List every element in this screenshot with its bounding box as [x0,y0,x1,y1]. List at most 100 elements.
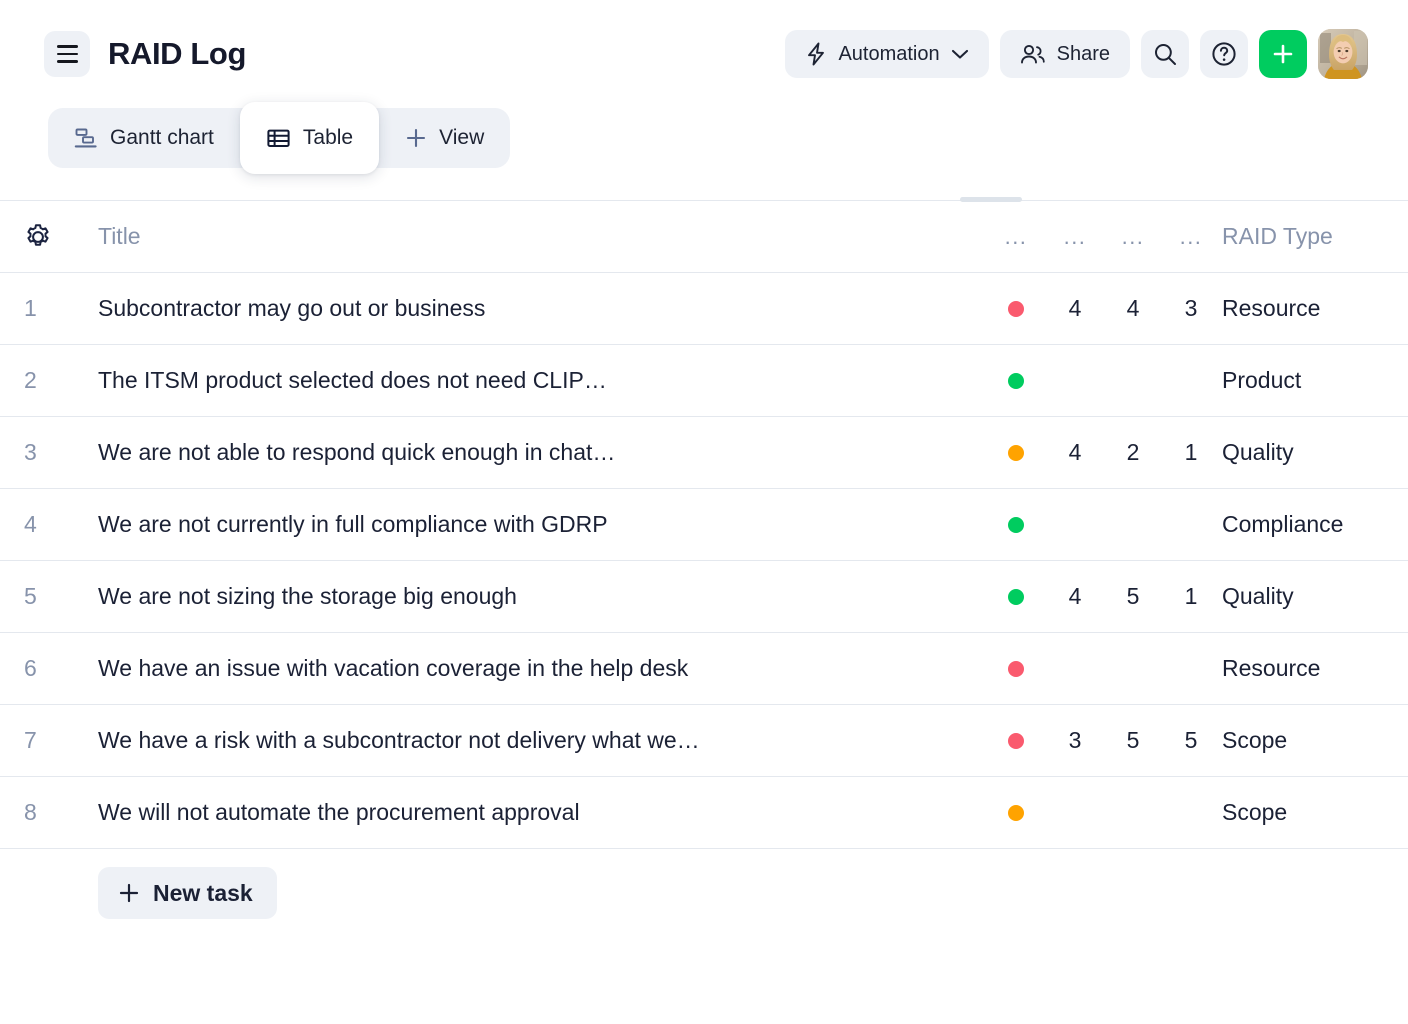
row-index: 5 [24,583,37,609]
row-status[interactable] [986,372,1046,389]
row-raid-type[interactable]: Quality [1220,583,1408,610]
table-row[interactable]: 4 We are not currently in full compliance… [0,489,1408,561]
row-value-3[interactable]: 1 [1162,583,1220,610]
column-header-col3[interactable]: ... [1104,224,1162,250]
avatar[interactable] [1318,29,1368,79]
gantt-chart-icon [74,126,98,150]
row-value-2[interactable]: 2 [1104,439,1162,466]
status-dot [1008,660,1024,677]
status-dot [1008,732,1024,749]
plus-icon [118,882,140,904]
row-status[interactable] [986,588,1046,605]
row-value-3[interactable]: 5 [1162,727,1220,754]
automation-label: Automation [838,42,940,65]
people-icon [1020,43,1046,65]
row-status[interactable] [986,660,1046,677]
tab-table[interactable]: Table [239,102,380,174]
table-row[interactable]: 8 We will not automate the procurement ap… [0,777,1408,849]
lightning-bolt-icon [805,42,827,66]
table-row[interactable]: 3 We are not able to respond quick enough… [0,417,1408,489]
tab-table-label: Table [302,126,354,149]
app-window: RAID Log Automation Share Gantt chart Ta… [0,0,1408,1024]
row-index: 2 [24,367,37,393]
column-header-col2[interactable]: ... [1046,224,1104,250]
new-task-button[interactable]: New task [98,867,277,919]
row-raid-type[interactable]: Product [1220,367,1408,394]
row-title[interactable]: We are not able to respond quick enough … [98,439,986,466]
search-button[interactable] [1141,30,1189,78]
row-value-1[interactable]: 4 [1046,583,1104,610]
row-status[interactable] [986,804,1046,821]
row-title[interactable]: Subcontractor may go out or business [98,295,986,322]
row-raid-type[interactable]: Resource [1220,655,1408,682]
status-dot [1008,588,1024,605]
column-header-col4[interactable]: ... [1162,224,1220,250]
row-title[interactable]: The ITSM product selected does not need … [98,367,986,394]
row-value-2[interactable]: 4 [1104,295,1162,322]
row-value-2[interactable]: 5 [1104,583,1162,610]
table-row[interactable]: 6 We have an issue with vacation coverage… [0,633,1408,705]
add-button[interactable] [1259,30,1307,78]
new-task-row: New task [0,849,1408,937]
help-button[interactable] [1200,30,1248,78]
top-bar-actions: Automation Share [785,29,1368,79]
table-row[interactable]: 1 Subcontractor may go out or business 4 4 3… [0,273,1408,345]
row-title[interactable]: We are not currently in full compliance … [98,511,986,538]
share-button[interactable]: Share [999,30,1130,78]
table-row[interactable]: 7 We have a risk with a subcontractor not… [0,705,1408,777]
row-raid-type[interactable]: Scope [1220,727,1408,754]
page-title: RAID Log [108,36,246,71]
column-header-status[interactable]: ... [986,223,1046,249]
row-title[interactable]: We are not sizing the storage big enough [98,583,986,610]
row-title[interactable]: We will not automate the procurement app… [98,799,986,826]
table-row[interactable]: 2 The ITSM product selected does not need… [0,345,1408,417]
row-title[interactable]: We have an issue with vacation coverage … [98,655,986,682]
row-status[interactable] [986,732,1046,749]
table-grid-icon [266,126,291,151]
row-raid-type[interactable]: Scope [1220,799,1408,826]
chevron-down-icon [951,48,969,60]
row-status[interactable] [986,516,1046,533]
row-title[interactable]: We have a risk with a subcontractor not … [98,727,986,754]
hamburger-menu-button[interactable] [44,31,90,77]
column-resize-marker[interactable] [960,197,1022,202]
tab-gantt-chart[interactable]: Gantt chart [48,108,240,168]
column-header-col4-label: ... [1179,223,1203,249]
status-dot [1008,444,1024,461]
row-value-3[interactable]: 1 [1162,439,1220,466]
row-value-1[interactable]: 4 [1046,295,1104,322]
question-circle-icon [1211,41,1237,67]
row-raid-type[interactable]: Quality [1220,439,1408,466]
automation-button[interactable]: Automation [785,30,989,78]
top-bar: RAID Log Automation Share [0,0,1408,108]
row-value-2[interactable]: 5 [1104,727,1162,754]
row-index: 3 [24,439,37,465]
table-row[interactable]: 5 We are not sizing the storage big enoug… [0,561,1408,633]
row-value-1[interactable]: 3 [1046,727,1104,754]
plus-icon [1271,42,1295,66]
row-raid-type[interactable]: Resource [1220,295,1408,322]
tab-add-view[interactable]: View [379,108,510,168]
status-dot [1008,300,1024,317]
column-header-title[interactable]: Title [98,223,986,250]
column-header-status-label: ... [1004,223,1028,249]
share-label: Share [1056,42,1110,65]
plus-icon [405,127,427,149]
row-value-1[interactable]: 4 [1046,439,1104,466]
row-index: 7 [24,727,37,753]
table-settings-button[interactable] [0,223,98,251]
status-dot [1008,372,1024,389]
view-tab-bar: Gantt chart Table View [0,102,1408,200]
row-status[interactable] [986,444,1046,461]
column-header-raid-type[interactable]: RAID Type [1220,223,1408,250]
table-header-row: Title ... ... ... ... RAID Type [0,201,1408,273]
column-header-col2-label: ... [1063,223,1087,249]
row-index: 4 [24,511,37,537]
row-value-3[interactable]: 3 [1162,295,1220,322]
row-raid-type[interactable]: Compliance [1220,511,1408,538]
column-header-col3-label: ... [1121,223,1145,249]
view-tab-group: Gantt chart Table View [48,102,511,174]
user-avatar-photo [1318,29,1368,79]
row-status[interactable] [986,300,1046,317]
gear-icon [24,223,52,251]
